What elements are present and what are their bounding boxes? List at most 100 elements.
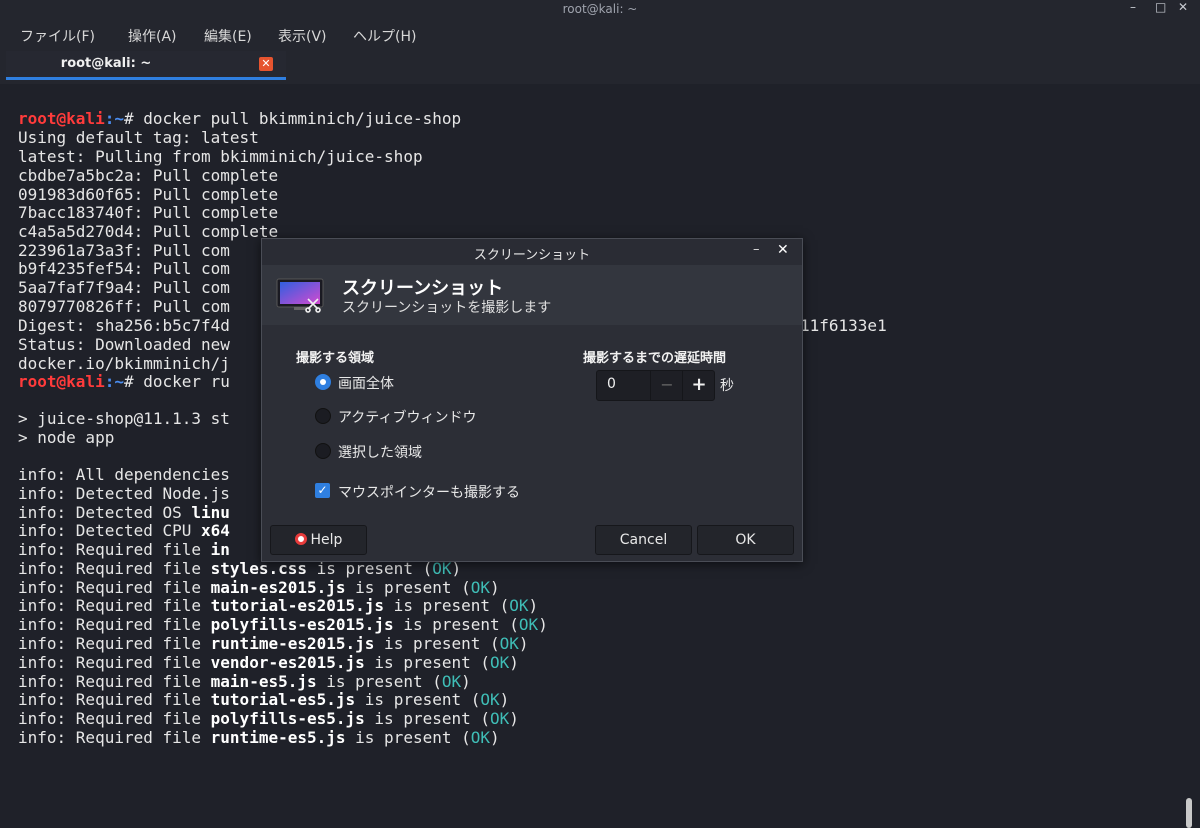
info-text: info: Required file [18, 690, 211, 709]
info-text: info: Required file [18, 653, 211, 672]
info-text: info: Required file [18, 578, 211, 597]
terminal-line: info: Detected OS linu [18, 503, 230, 522]
maximize-button[interactable]: □ [1155, 0, 1166, 14]
required-filename: vendor-es2015.js [210, 653, 365, 672]
dialog-window-title: スクリーンショット [473, 248, 591, 263]
help-icon [294, 533, 307, 545]
terminal-line-required: info: Required file polyfills-es2015.js … [18, 615, 548, 634]
screenshot-icon [276, 278, 324, 313]
terminal-line-required: info: Required file tutorial-es2015.js i… [18, 596, 538, 615]
required-filename: tutorial-es5.js [210, 690, 356, 709]
info-text: info: Required file [18, 728, 211, 747]
terminal-line: cbdbe7a5bc2a: Pull complete [18, 166, 279, 185]
info-text: ) [538, 615, 548, 634]
tab-label: root@kali: ~ [60, 56, 152, 71]
tab-close-icon[interactable]: ✕ [259, 57, 273, 71]
info-text: ) [528, 596, 539, 615]
dialog-close-button[interactable]: ✕ [777, 242, 789, 258]
command-text: docker ru [143, 372, 230, 391]
window-title: root@kali: ~ [562, 2, 638, 16]
info-text: ) [490, 578, 500, 597]
ok-status: OK [490, 709, 510, 728]
delay-stepper[interactable]: 0 − + [596, 370, 715, 401]
delay-increment-button[interactable]: + [682, 371, 715, 400]
info-bold: linu [191, 503, 230, 522]
terminal-line: 223961a73a3f: Pull com [18, 241, 230, 260]
prompt-path: :~ [104, 372, 124, 391]
tab-bar: root@kali: ~ ✕ [0, 51, 1200, 84]
radio-fullscreen-label[interactable]: 画面全体 [338, 373, 394, 393]
menu-action[interactable]: 操作(A) [128, 26, 177, 46]
ok-status: OK [480, 690, 500, 709]
terminal-line: 091983d60f65: Pull complete [18, 185, 279, 204]
delay-decrement-button[interactable]: − [650, 371, 683, 400]
info-bold: x64 [201, 521, 230, 540]
terminal-line: Digest: sha256:b5c7f4d [18, 316, 230, 335]
menu-view[interactable]: 表示(V) [278, 26, 327, 46]
info-text: ) [509, 709, 519, 728]
info-text: info: Required file [18, 709, 211, 728]
radio-selected-region-label[interactable]: 選択した領域 [338, 442, 422, 462]
dialog-minimize-button[interactable]: – [753, 242, 760, 257]
info-text: is present ( [355, 690, 481, 709]
cancel-button[interactable]: Cancel [595, 525, 692, 555]
menu-file[interactable]: ファイル(F) [20, 26, 95, 46]
radio-active-window[interactable] [315, 408, 331, 424]
ok-status: OK [499, 634, 519, 653]
info-text: ) [461, 672, 471, 691]
info-text: info: Detected OS [18, 503, 192, 522]
info-text: info: Required file [18, 596, 211, 615]
ok-status: OK [441, 672, 462, 691]
delay-input[interactable]: 0 [607, 376, 616, 392]
ok-status: OK [490, 653, 510, 672]
radio-active-window-label[interactable]: アクティブウィンドウ [338, 407, 476, 427]
info-text: is present ( [345, 728, 471, 747]
close-button[interactable]: ✕ [1178, 0, 1188, 14]
info-bold: in [210, 540, 230, 559]
tab-terminal[interactable]: root@kali: ~ ✕ [6, 51, 286, 80]
pointer-checkbox-label[interactable]: マウスポインターも撮影する [338, 482, 520, 502]
info-text: is present ( [345, 578, 471, 597]
screenshot-dialog: スクリーンショット – ✕ スクリーンショット スクリーンショットを撮影します [261, 238, 803, 562]
info-text: info: Required file [18, 615, 211, 634]
terminal-line-required: info: Required file main-es5.js is prese… [18, 672, 471, 691]
dialog-header: スクリーンショット スクリーンショットを撮影します [262, 265, 802, 325]
terminal-line-required: info: Required file vendor-es2015.js is … [18, 653, 519, 672]
menubar: ファイル(F) 操作(A) 編集(E) 表示(V) ヘルプ(H) [0, 19, 1200, 51]
required-filename: polyfills-es2015.js [210, 615, 394, 634]
info-text: ) [490, 728, 500, 747]
terminal-line: 8079770826ff: Pull com [18, 297, 230, 316]
terminal-line: Using default tag: latest [18, 128, 259, 147]
required-filename: polyfills-es5.js [210, 709, 365, 728]
terminal-scrollbar[interactable] [1186, 798, 1192, 828]
minimize-button[interactable]: – [1130, 0, 1136, 14]
prompt-path: :~ [104, 109, 124, 128]
prompt-symbol: # [123, 372, 144, 391]
terminal-line: > node app [18, 428, 115, 447]
terminal-line: Status: Downloaded new [18, 335, 230, 354]
info-text: is present ( [374, 634, 500, 653]
pointer-checkbox[interactable]: ✓ [315, 483, 330, 498]
terminal-line: c4a5a5d270d4: Pull complete [18, 222, 279, 241]
window-titlebar: root@kali: ~ – □ ✕ [0, 0, 1200, 19]
ok-status: OK [518, 615, 539, 634]
help-button[interactable]: Help [270, 525, 367, 555]
info-text: is present ( [316, 672, 442, 691]
terminal-line: latest: Pulling from bkimminich/juice-sh… [18, 147, 423, 166]
menu-help[interactable]: ヘルプ(H) [353, 26, 416, 46]
terminal-line: > juice-shop@11.1.3 st [18, 409, 230, 428]
ok-button[interactable]: OK [697, 525, 794, 555]
menu-edit[interactable]: 編集(E) [204, 26, 252, 46]
info-text: info: Required file [18, 672, 211, 691]
terminal-line-required: info: Required file runtime-es5.js is pr… [18, 728, 500, 747]
dialog-titlebar: スクリーンショット – ✕ [262, 239, 802, 265]
terminal-line-required: info: Required file tutorial-es5.js is p… [18, 690, 509, 709]
terminal-line: info: Detected Node.js [18, 484, 230, 503]
info-text: ) [499, 690, 510, 709]
terminal-line: root@kali:~# docker ru [18, 372, 230, 391]
radio-selected-region[interactable] [315, 443, 331, 459]
dialog-subheading: スクリーンショットを撮影します [342, 300, 552, 316]
region-section-title: 撮影する領域 [296, 351, 375, 366]
required-filename: tutorial-es2015.js [210, 596, 385, 615]
radio-fullscreen[interactable] [315, 374, 331, 390]
